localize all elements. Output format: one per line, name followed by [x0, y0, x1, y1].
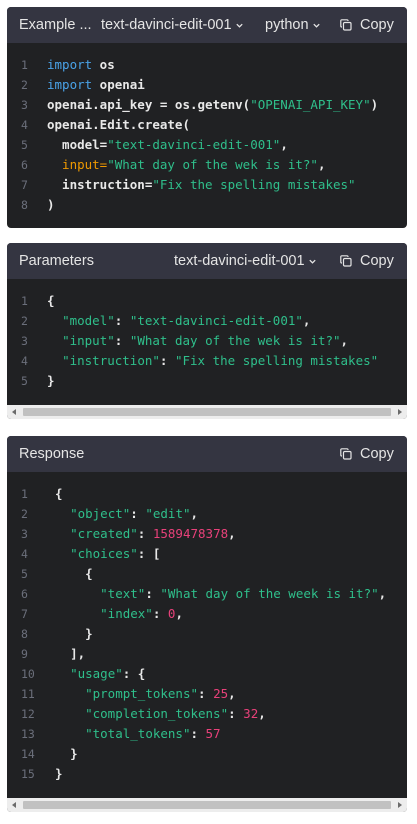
- response-title: Response: [19, 446, 85, 462]
- language-select-label: python: [265, 17, 309, 33]
- example-header: Example ... text-davinci-edit-001 python…: [7, 7, 407, 43]
- response-header: Response Copy: [7, 436, 407, 472]
- example-title: Example ...: [19, 17, 92, 33]
- language-select[interactable]: python: [265, 17, 321, 33]
- copy-button[interactable]: Copy: [339, 17, 394, 33]
- response-panel: Response Copy 1{ 2 "object": "edit", 3 "…: [7, 436, 407, 812]
- copy-icon: [340, 255, 352, 267]
- copy-label: Copy: [360, 446, 394, 462]
- model-select-label: text-davinci-edit-001: [101, 17, 232, 33]
- horizontal-scrollbar[interactable]: [7, 405, 407, 419]
- chevron-down-icon: [308, 259, 316, 264]
- parameters-panel: Parameters text-davinci-edit-001 Copy 1{…: [7, 243, 407, 419]
- example-panel: Example ... text-davinci-edit-001 python…: [7, 7, 407, 228]
- scrollbar-thumb[interactable]: [23, 408, 391, 416]
- copy-button[interactable]: Copy: [339, 253, 394, 269]
- chevron-down-icon: [235, 23, 243, 28]
- copy-label: Copy: [360, 253, 394, 269]
- model-select[interactable]: text-davinci-edit-001: [174, 253, 317, 269]
- scrollbar-thumb[interactable]: [23, 801, 391, 809]
- scroll-left-icon[interactable]: [12, 409, 16, 415]
- copy-icon: [340, 19, 352, 31]
- scroll-right-icon[interactable]: [398, 409, 402, 415]
- scroll-left-icon[interactable]: [12, 802, 16, 808]
- copy-button[interactable]: Copy: [339, 446, 394, 462]
- model-select[interactable]: text-davinci-edit-001: [101, 17, 244, 33]
- copy-label: Copy: [360, 17, 394, 33]
- copy-icon: [340, 448, 352, 460]
- scroll-right-icon[interactable]: [398, 802, 402, 808]
- parameters-header: Parameters text-davinci-edit-001 Copy: [7, 243, 407, 279]
- model-select-label: text-davinci-edit-001: [174, 253, 305, 269]
- horizontal-scrollbar[interactable]: [7, 798, 407, 812]
- chevron-down-icon: [312, 23, 320, 28]
- parameters-title: Parameters: [19, 253, 94, 269]
